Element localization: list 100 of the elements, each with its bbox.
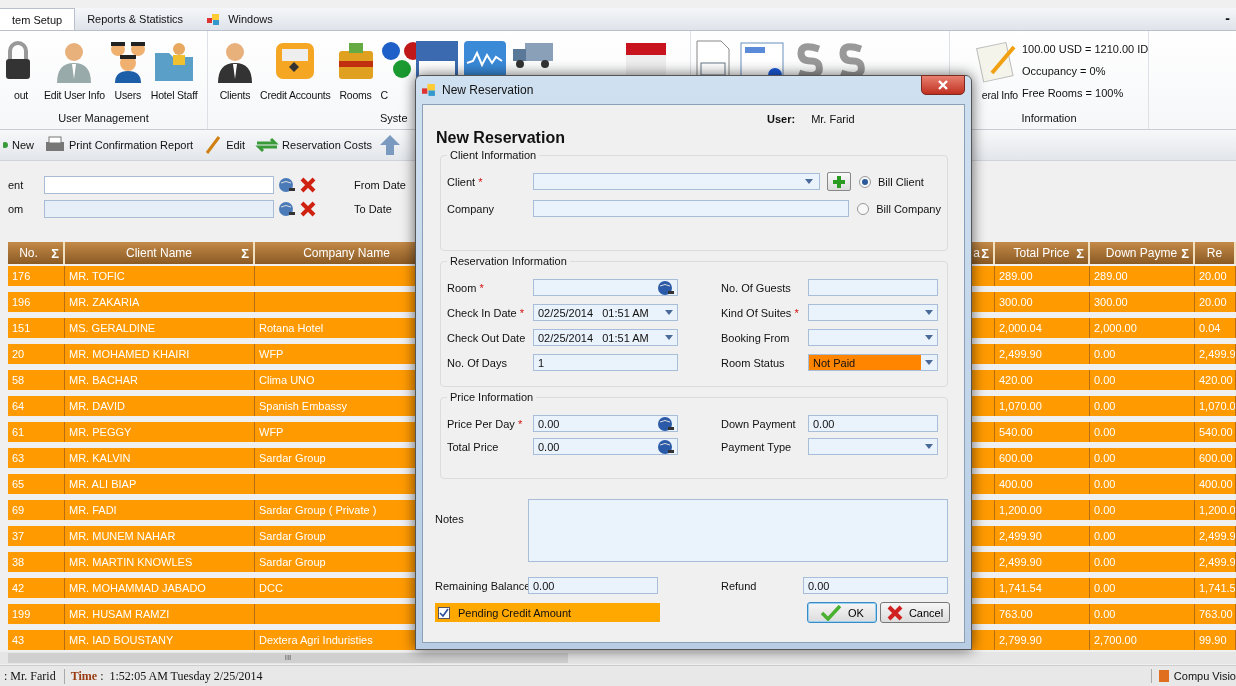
table-cell: 600.00	[995, 448, 1090, 468]
ribbon-button[interactable]: eral Info	[976, 39, 1018, 101]
field-value: 0.00	[807, 579, 830, 592]
filter-label: ent	[8, 179, 25, 191]
field-value: 02/25/2014 01:51 AM	[537, 306, 649, 319]
ribbon-button[interactable]: out	[0, 39, 42, 101]
column-header[interactable]: Client Name Σ	[65, 242, 255, 264]
table-cell: 38	[8, 552, 65, 572]
table-cell: 2,499.9	[1195, 552, 1236, 572]
dialog-button[interactable]: Cancel	[880, 602, 950, 623]
table-cell: 20.00	[1195, 292, 1236, 312]
table-cell: 0.00	[1090, 370, 1195, 390]
column-header[interactable]: Total Price Σ	[995, 242, 1090, 264]
field-label: No. Of Guests	[721, 281, 792, 294]
input-field[interactable]: 0.00	[808, 415, 938, 432]
toolbar-button[interactable]: Reservation Costs	[252, 135, 375, 155]
table-cell: 600.00	[1195, 448, 1236, 468]
field-label: Down Payment	[721, 417, 797, 430]
input-field[interactable]: 0.00	[528, 577, 658, 594]
input-field[interactable]: 0.00	[533, 415, 678, 432]
filter-label: om	[8, 203, 25, 215]
table-cell: 1,070.0	[1195, 396, 1236, 416]
ribbon-tab[interactable]: Reports & Statistics	[75, 8, 196, 30]
column-header[interactable]: Re	[1195, 242, 1236, 264]
field-label: Check In Date *	[447, 306, 526, 319]
table-cell: 2,499.9	[1195, 344, 1236, 364]
table-cell: MR. FADI	[65, 500, 255, 520]
user-label: User:	[767, 113, 796, 127]
field-label: Room *	[447, 281, 485, 294]
ribbon-button[interactable]: Hotel Staff	[150, 39, 198, 101]
field-label: Company	[447, 202, 496, 215]
table-cell: 0.00	[1090, 474, 1195, 494]
toolbar-button[interactable]: Edit	[200, 135, 249, 155]
table-cell: 196	[8, 292, 65, 312]
field-label: Kind Of Suites *	[721, 306, 800, 319]
field-value: Not Paid	[812, 356, 856, 369]
dialog-button[interactable]: OK	[807, 602, 877, 623]
ribbon-button[interactable]: Edit User Info	[44, 39, 105, 101]
table-cell: 2,000.00	[1090, 318, 1195, 338]
ribbon-tab[interactable]: Windows	[195, 8, 285, 30]
table-cell: MR. IAD BOUSTANY	[65, 630, 255, 650]
table-cell: 0.00	[1090, 526, 1195, 546]
table-cell: 61	[8, 422, 65, 442]
table-cell: 2,499.90	[995, 552, 1090, 572]
ribbon-button[interactable]: Clients	[214, 39, 256, 101]
ribbon-group-label: User Management	[57, 111, 150, 126]
date-label: From Date	[354, 179, 406, 191]
minimize-button[interactable]: -	[1225, 10, 1230, 26]
table-cell: MR. MOHAMED KHAIRI	[65, 344, 255, 364]
field-label: Booking From	[721, 331, 791, 344]
table-cell: 0.00	[1090, 344, 1195, 364]
table-cell: 20	[8, 344, 65, 364]
table-cell: 65	[8, 474, 65, 494]
table-cell: 99.90	[1195, 630, 1236, 650]
field-value: 1	[537, 356, 545, 369]
table-cell: 0.00	[1090, 422, 1195, 442]
user-name: Mr. Farid	[811, 113, 855, 127]
dropdown-field[interactable]: Not Paid	[808, 354, 938, 371]
ribbon-tab[interactable]: tem Setup	[0, 8, 76, 30]
checkbox[interactable]: Pending Credit Amount	[435, 603, 660, 622]
column-header[interactable]: Down Payme Σ	[1090, 242, 1195, 264]
table-cell: 289.00	[995, 266, 1090, 286]
toolbar-button[interactable]: Print Confirmation Report	[41, 135, 197, 155]
toolbar-button[interactable]: New	[0, 139, 37, 151]
ribbon-group-label: Syste	[379, 111, 409, 126]
info-text: Occupancy = 0%	[1022, 65, 1107, 77]
ribbon-button[interactable]: Rooms	[334, 39, 377, 101]
table-cell: 1,200.0	[1195, 500, 1236, 520]
column-header[interactable]: No. Σ	[8, 242, 65, 264]
table-cell: 0.00	[1090, 604, 1195, 624]
dropdown-field[interactable]: 02/25/2014 01:51 AM	[533, 304, 678, 321]
input-field[interactable]: 0.00	[533, 438, 678, 455]
ribbon-button[interactable]: C	[380, 39, 411, 101]
table-cell: 0.00	[1090, 552, 1195, 572]
table-cell: 37	[8, 526, 65, 546]
field-label: Client *	[447, 175, 484, 188]
radio-button[interactable]: Bill Client	[859, 175, 924, 188]
ribbon-group-label: Information	[1020, 111, 1078, 126]
dropdown-field[interactable]: 02/25/2014 01:51 AM	[533, 329, 678, 346]
input-field[interactable]: 0.00	[803, 577, 948, 594]
field-value: 0.00	[537, 440, 560, 453]
input-field[interactable]: 1	[533, 354, 678, 371]
table-cell: 1,070.00	[995, 396, 1090, 416]
table-cell: MR. TOFIC	[65, 266, 255, 286]
window-title: New Reservation	[442, 83, 534, 97]
info-text: Free Rooms = 100%	[1022, 87, 1125, 99]
table-cell: 540.00	[1195, 422, 1236, 442]
table-cell: 2,000.04	[995, 318, 1090, 338]
table-cell: 420.00	[1195, 370, 1236, 390]
radio-button[interactable]: Bill Company	[857, 202, 941, 215]
status-brand: Compu Visio	[1150, 669, 1236, 683]
field-label: Payment Type	[721, 440, 793, 453]
table-cell: 64	[8, 396, 65, 416]
ribbon-button[interactable]: Credit Accounts	[260, 39, 331, 101]
date-label: To Date	[354, 203, 392, 215]
field-value: 0.00	[532, 579, 555, 592]
horizontal-scrollbar[interactable]: III	[0, 652, 1236, 664]
table-cell: MR. MOHAMMAD JABADO	[65, 578, 255, 598]
ribbon-button[interactable]: Users	[106, 39, 149, 101]
scroll-thumb[interactable]: III	[8, 653, 568, 663]
